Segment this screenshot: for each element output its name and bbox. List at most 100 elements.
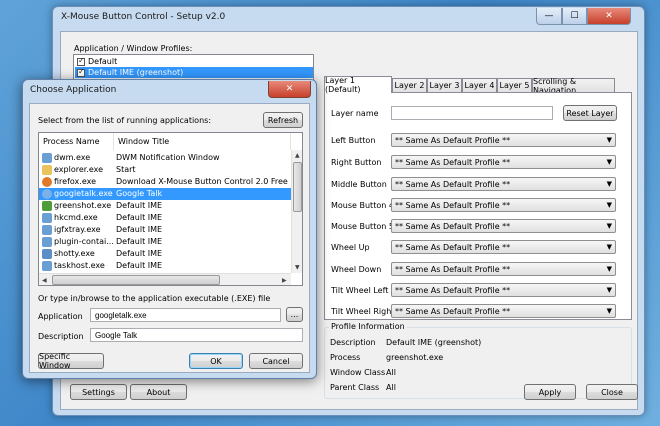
browse-label: Or type in/browse to the application exe… [38, 294, 271, 303]
app-process-name: plugin-contai... [54, 237, 114, 246]
chat-bubble-icon [42, 189, 52, 199]
maximize-button[interactable]: ☐ [562, 8, 587, 25]
running-applications-list[interactable]: Process Name Window Title dwm.exe DWM No… [38, 132, 303, 286]
tab-layer-4[interactable]: Layer 4 [462, 78, 497, 92]
window-icon [42, 225, 52, 235]
close-window-button[interactable]: ✕ [587, 8, 631, 25]
vertical-scrollbar[interactable]: ▲ ▼ [291, 150, 302, 273]
tab-layer-1[interactable]: Layer 1 (Default) [324, 76, 392, 94]
checkbox[interactable] [77, 67, 85, 77]
scroll-down-icon[interactable]: ▼ [295, 264, 300, 271]
dialog-close-button[interactable]: ✕ [268, 81, 311, 98]
list-item[interactable]: hkcmd.exe Default IME [39, 212, 291, 224]
layer-name-label: Layer name [331, 109, 379, 118]
layer-panel: Layer name Reset Layer Left Button ** Sa… [324, 92, 632, 320]
tab-layer-5[interactable]: Layer 5 [497, 78, 532, 92]
specific-window-button[interactable]: Specific Window [38, 352, 104, 370]
close-button[interactable]: Close [586, 384, 638, 400]
tab-layer-3[interactable]: Layer 3 [427, 78, 462, 92]
window-icon [42, 237, 52, 247]
window-title: X-Mouse Button Control - Setup v2.0 [61, 12, 226, 22]
list-item[interactable]: taskhost.exe Default IME [39, 260, 291, 272]
mapping-select-right-button[interactable]: ** Same As Default Profile ** ▼ [391, 155, 616, 169]
chevron-down-icon: ▼ [606, 265, 612, 273]
description-input[interactable] [90, 328, 303, 342]
app-window-title: Default IME [116, 237, 163, 246]
settings-button[interactable]: Settings [70, 384, 127, 400]
choose-application-dialog: Choose Application ✕ Select from the lis… [22, 79, 317, 379]
reset-layer-button[interactable]: Reset Layer [563, 105, 617, 121]
profile-item-default-ime[interactable]: Default IME (greenshot) [75, 67, 313, 78]
mapping-label-middle-button: Middle Button [331, 180, 387, 189]
horizontal-scrollbar[interactable]: ◀ ▶ [39, 273, 291, 285]
column-header-window-title[interactable]: Window Title [114, 133, 291, 150]
checkbox[interactable] [77, 56, 85, 66]
apply-button[interactable]: Apply [524, 384, 576, 400]
scroll-right-icon[interactable]: ▶ [282, 277, 287, 284]
app-window-title: Google Talk [116, 189, 163, 198]
info-value-parent-class: All [386, 383, 396, 392]
info-key-window-class: Window Class [330, 368, 386, 377]
app-process-name: googletalk.exe [54, 189, 113, 198]
list-item[interactable]: greenshot.exe Default IME [39, 200, 291, 212]
greenshot-icon [42, 201, 52, 211]
minimize-button[interactable]: — [536, 8, 562, 25]
scroll-left-icon[interactable]: ◀ [42, 277, 47, 284]
app-process-name: dwm.exe [54, 153, 91, 162]
mapping-select-wheel-up[interactable]: ** Same As Default Profile ** ▼ [391, 240, 616, 254]
mapping-label-tilt-wheel-right: Tilt Wheel Right [331, 307, 395, 316]
scroll-thumb[interactable] [293, 162, 302, 212]
layer-name-input[interactable] [391, 106, 553, 120]
about-button[interactable]: About [130, 384, 187, 400]
firefox-icon [42, 177, 52, 187]
list-item[interactable]: googletalk.exe Google Talk [39, 188, 291, 200]
cancel-button[interactable]: Cancel [249, 353, 303, 369]
list-item[interactable]: igfxtray.exe Default IME [39, 224, 291, 236]
chevron-down-icon: ▼ [606, 307, 612, 315]
column-header-process-name[interactable]: Process Name [39, 133, 114, 150]
list-item[interactable]: firefox.exe Download X-Mouse Button Cont… [39, 176, 291, 188]
combo-value: ** Same As Default Profile ** [395, 285, 511, 295]
info-key-process: Process [330, 353, 361, 362]
application-label: Application [38, 312, 83, 321]
ok-button[interactable]: OK [189, 353, 243, 369]
application-input[interactable] [90, 308, 281, 322]
mapping-label-mouse-button-5: Mouse Button 5 [331, 222, 394, 231]
list-item[interactable]: plugin-contai... Default IME [39, 236, 291, 248]
app-window-title: Default IME [116, 201, 163, 210]
mapping-select-mouse-button-4[interactable]: ** Same As Default Profile ** ▼ [391, 198, 616, 212]
app-process-name: hkcmd.exe [54, 213, 98, 222]
chevron-down-icon: ▼ [606, 158, 612, 166]
mapping-select-tilt-wheel-left[interactable]: ** Same As Default Profile ** ▼ [391, 283, 616, 297]
window-icon [42, 153, 52, 163]
tab-scrolling-navigation[interactable]: Scrolling & Navigation [532, 77, 615, 95]
list-item[interactable]: shotty.exe Default IME [39, 248, 291, 260]
mapping-select-tilt-wheel-right[interactable]: ** Same As Default Profile ** ▼ [391, 304, 616, 318]
chevron-down-icon: ▼ [606, 180, 612, 188]
info-value-description: Default IME (greenshot) [386, 338, 482, 347]
list-item[interactable]: explorer.exe Start [39, 164, 291, 176]
scroll-thumb[interactable] [52, 275, 220, 285]
app-window-title: DWM Notification Window [116, 153, 220, 162]
info-key-description: Description [330, 338, 376, 347]
mapping-select-wheel-down[interactable]: ** Same As Default Profile ** ▼ [391, 262, 616, 276]
tab-layer-2[interactable]: Layer 2 [392, 78, 427, 92]
browse-button[interactable]: ... [286, 307, 303, 322]
chevron-down-icon: ▼ [606, 286, 612, 294]
window-icon [42, 213, 52, 223]
mapping-label-wheel-down: Wheel Down [331, 265, 382, 274]
dialog-title: Choose Application [30, 85, 117, 95]
profile-information-title: Profile Information [329, 322, 407, 331]
mapping-select-mouse-button-5[interactable]: ** Same As Default Profile ** ▼ [391, 219, 616, 233]
description-label: Description [38, 332, 84, 341]
refresh-button[interactable]: Refresh [263, 112, 303, 128]
mapping-select-middle-button[interactable]: ** Same As Default Profile ** ▼ [391, 177, 616, 191]
mapping-select-left-button[interactable]: ** Same As Default Profile ** ▼ [391, 133, 616, 147]
list-item[interactable]: dwm.exe DWM Notification Window [39, 152, 291, 164]
combo-value: ** Same As Default Profile ** [395, 264, 511, 274]
select-running-label: Select from the list of running applicat… [38, 116, 212, 125]
app-window-title: Default IME [116, 213, 163, 222]
scroll-up-icon[interactable]: ▲ [295, 152, 300, 159]
profile-item-default[interactable]: Default [75, 56, 313, 67]
chevron-down-icon: ▼ [606, 243, 612, 251]
